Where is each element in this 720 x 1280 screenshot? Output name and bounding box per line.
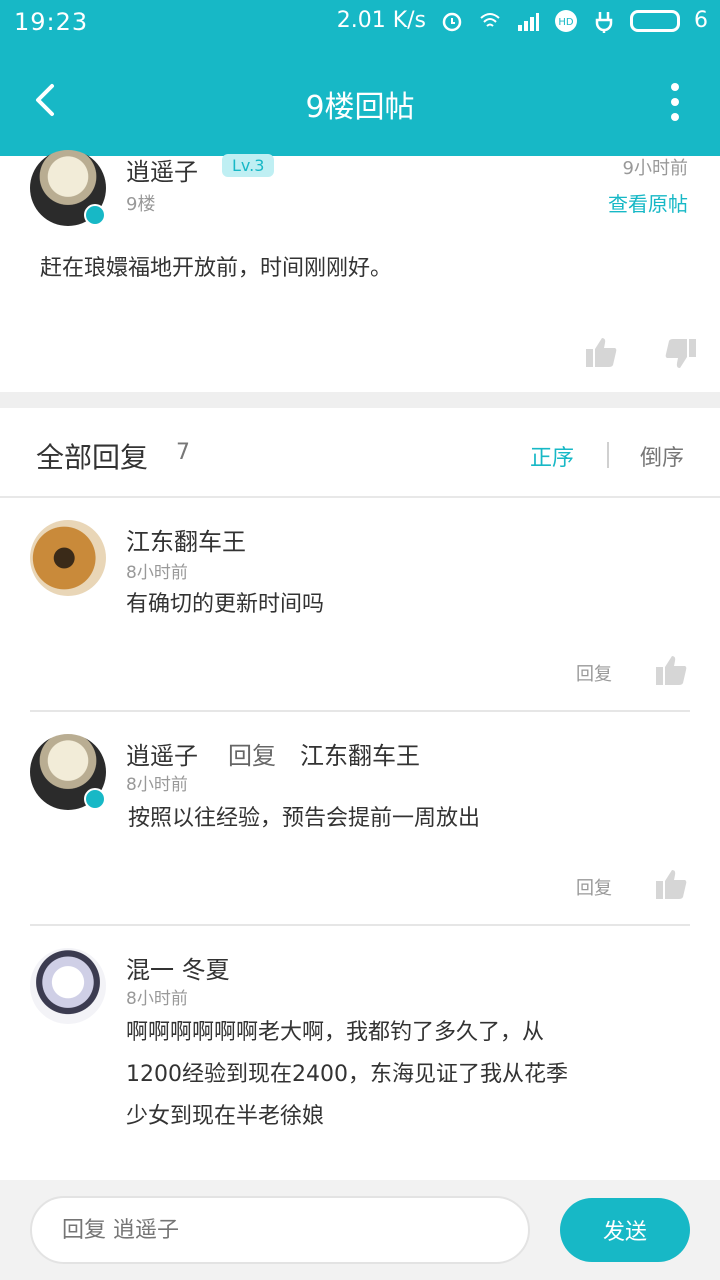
- page-title: 9楼回帖: [305, 90, 415, 125]
- like-icon[interactable]: [584, 336, 618, 368]
- battery-level: 6: [694, 8, 708, 33]
- alarm-icon: [442, 12, 462, 31]
- view-original-link[interactable]: 查看原帖: [608, 188, 688, 217]
- sort-divider: [607, 442, 609, 468]
- network-speed: 2.01 K/s: [336, 8, 426, 33]
- status-bar: 19:23 2.01 K/s HD 6: [0, 0, 720, 46]
- svg-text:HD: HD: [558, 17, 574, 28]
- reply-input[interactable]: [30, 1196, 530, 1264]
- divider: [30, 710, 690, 712]
- post-author[interactable]: 逍遥子: [126, 152, 198, 187]
- dislike-icon[interactable]: [664, 338, 698, 370]
- verified-badge-icon: [84, 204, 106, 226]
- reply-author[interactable]: 江东翻车王: [126, 522, 246, 557]
- reply-button[interactable]: 回复: [576, 874, 612, 900]
- like-icon[interactable]: [654, 868, 688, 900]
- replies-title: 全部回复: [36, 441, 149, 474]
- app-header: 9楼回帖: [0, 46, 720, 156]
- reply-content-line: 1200经验到现在2400，东海见证了我从花季: [126, 1062, 568, 1087]
- signal-icon: [518, 12, 539, 31]
- sort-asc-button[interactable]: 正序: [530, 440, 574, 472]
- avatar[interactable]: [30, 948, 106, 1024]
- hd-icon: HD: [555, 9, 577, 32]
- reply-to-user[interactable]: 江东翻车王: [300, 736, 420, 771]
- reply-content: 有确切的更新时间吗: [126, 592, 325, 617]
- reply-author[interactable]: 逍遥子: [126, 736, 198, 771]
- reply-content: 啊啊啊啊啊啊老大啊，我都钓了多久了，从 1200经验到现在2400，东海见证了我…: [126, 1012, 568, 1138]
- post-content: 赶在琅嬛福地开放前，时间刚刚好。: [40, 256, 393, 281]
- reply-author[interactable]: 混一 冬夏: [126, 950, 230, 985]
- replies-count: 7: [176, 440, 190, 465]
- reply-content: 按照以往经验，预告会提前一周放出: [128, 806, 481, 831]
- status-icons: 2.01 K/s HD 6: [337, 8, 708, 33]
- charging-icon: [595, 11, 613, 33]
- reply-button[interactable]: 回复: [576, 660, 612, 686]
- post-time: 9小时前: [622, 158, 688, 179]
- wifi-icon: [480, 12, 500, 27]
- original-post: 逍遥子 Lv.3 9楼 9小时前 查看原帖 赶在琅嬛福地开放前，时间刚刚好。: [0, 150, 720, 392]
- reply-bar: 发送: [0, 1180, 720, 1280]
- status-time: 19:23: [14, 8, 89, 36]
- reply-time: 8小时前: [126, 563, 188, 583]
- sort-desc-button[interactable]: 倒序: [640, 440, 684, 472]
- like-icon[interactable]: [654, 654, 688, 686]
- reply-content-line: 少女到现在半老徐娘: [126, 1104, 325, 1129]
- send-button[interactable]: 发送: [560, 1198, 690, 1262]
- level-badge: Lv.3: [222, 154, 275, 177]
- reply-time: 8小时前: [126, 989, 188, 1009]
- post-floor: 9楼: [126, 194, 156, 215]
- reply-time: 8小时前: [126, 775, 188, 795]
- reply-content-line: 啊啊啊啊啊啊老大啊，我都钓了多久了，从: [126, 1020, 545, 1045]
- replies-header: 全部回复 7 正序 倒序: [0, 408, 720, 498]
- avatar[interactable]: [30, 520, 106, 596]
- divider: [30, 924, 690, 926]
- battery-icon: [630, 9, 680, 32]
- more-icon[interactable]: [668, 82, 682, 122]
- replies-section: 全部回复 7 正序 倒序 江东翻车王 8小时前 有确切的更新时间吗 回复 逍遥子…: [0, 408, 720, 1180]
- reply-word: 回复: [228, 742, 276, 770]
- verified-badge-icon: [84, 788, 106, 810]
